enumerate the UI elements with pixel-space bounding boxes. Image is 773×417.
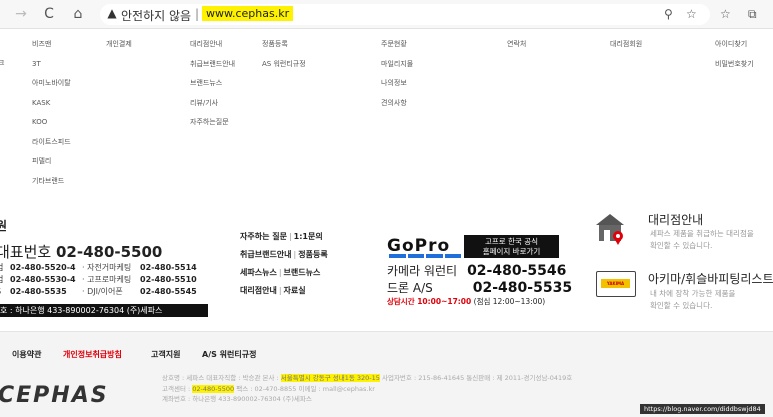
menu-item[interactable]: 자주하는질문 — [190, 113, 235, 133]
menu-item[interactable]: 대리점안내 — [190, 35, 235, 55]
address-bar[interactable] — [100, 4, 710, 25]
menu-item[interactable]: 개인결제 — [106, 35, 132, 55]
agency-info-desc: 세파스 제품을 취급하는 대리점을 확인할 수 있습니다. — [650, 229, 754, 250]
phone-row: S02-480-5535· DJI/이어폰02-480-5545 — [0, 287, 197, 296]
warning-icon[interactable]: ▲ — [105, 6, 119, 20]
phone-row: 업02-480-5520-4· 자전거마케팅02-480-5514 — [0, 263, 197, 272]
house-location-icon[interactable] — [595, 212, 625, 246]
menu-item[interactable]: 라이트스피드 — [32, 133, 71, 153]
security-label[interactable]: 안전하지 않음 — [121, 7, 191, 24]
menu-item[interactable]: 정품등록 — [262, 35, 306, 55]
address-highlight: 서울특별시 강동구 성내1동 320-15 — [280, 374, 380, 382]
reload-icon[interactable]: C — [41, 6, 57, 22]
link-library[interactable]: 자료실 — [284, 286, 306, 295]
link-faq[interactable]: 자주하는 질문 — [240, 232, 287, 241]
home-icon[interactable]: ⌂ — [70, 6, 86, 22]
footer-privacy-link[interactable]: 개인정보취급방침 — [63, 349, 122, 360]
menu-item[interactable]: 비즈맨 — [32, 35, 71, 55]
zoom-icon[interactable]: ⚲ — [664, 7, 673, 21]
quick-links: 자주하는 질문 | 1:1문의 취급브랜드안내 | 정품등록 세파스뉴스 | 브랜드뉴스 대… — [240, 232, 328, 295]
menu-col-agency: 대리점안내 취급브랜드안내 브랜드뉴스 리뷰/기사 자주하는질문 — [190, 35, 235, 133]
menu-item[interactable]: 나의정보 — [381, 74, 413, 94]
menu-item[interactable]: KASK — [32, 94, 71, 114]
main-phone-label: 대표번호 — [0, 243, 52, 261]
menu-item[interactable]: 아미노바이탈 — [32, 74, 71, 94]
cephas-logo[interactable]: CEPHAS — [0, 383, 109, 408]
support-title: 원 — [0, 219, 8, 233]
link-brand-news[interactable]: 브랜드뉴스 — [284, 268, 321, 277]
menu-item[interactable]: 취급브랜드안내 — [190, 55, 235, 75]
drone-as: 드론 A/S 02-480-5535 — [387, 280, 573, 296]
menu-item[interactable]: 비밀번호찾기 — [715, 55, 754, 75]
address-separator: | — [195, 7, 200, 21]
link-registration[interactable]: 정품등록 — [298, 250, 327, 259]
menu-col-registration: 정품등록 AS 워런티규정 — [262, 35, 306, 74]
menu-item[interactable]: 주문현황 — [381, 35, 413, 55]
menu-item[interactable]: KOO — [32, 113, 71, 133]
browser-toolbar: → C ⌂ ▲ 안전하지 않음 | www.cephas.kr ⚲ ☆ ☆ ⧉ — [0, 0, 773, 29]
link-cephas-news[interactable]: 세파스뉴스 — [240, 268, 277, 277]
menu-col-account: 아이디찾기 비밀번호찾기 — [715, 35, 754, 74]
camera-warranty: 카메라 워런티 02-480-5546 — [387, 263, 567, 279]
favorites-icon[interactable]: ☆ — [720, 7, 731, 21]
url-text[interactable]: www.cephas.kr — [202, 6, 294, 21]
main-phone: 대표번호 02-480-5500 — [0, 241, 162, 262]
phone-highlight: 02-480-5500 — [192, 384, 235, 393]
menu-item[interactable]: 연락처 — [507, 35, 526, 55]
phone-list: 업02-480-5520-4· 자전거마케팅02-480-5514 업02-48… — [0, 262, 197, 298]
footer-warranty-link[interactable]: A/S 워런티규정 — [202, 349, 256, 360]
menu-item[interactable]: 기타브랜드 — [32, 172, 71, 192]
link-brand-info[interactable]: 취급브랜드안내 — [240, 250, 292, 259]
menu-item[interactable]: 견의사항 — [381, 94, 413, 114]
menu-item[interactable]: 마일리지몰 — [381, 55, 413, 75]
gopro-logo[interactable]: GoPro — [387, 236, 450, 256]
link-inquiry[interactable]: 1:1문의 — [294, 232, 323, 241]
bank-account-bar: 호 : 하나은행 433-890002-76304 (주)세파스 — [0, 304, 208, 317]
menu-item[interactable]: 피델리 — [32, 152, 71, 172]
footer-terms-link[interactable]: 이용약관 — [12, 349, 41, 360]
menu-item[interactable]: 리뷰/기사 — [190, 94, 235, 114]
favorite-add-icon[interactable]: ☆ — [686, 7, 697, 21]
footer-support-link[interactable]: 고객지원 — [151, 349, 180, 360]
main-phone-number: 02-480-5500 — [55, 243, 163, 261]
fitting-list-title[interactable]: 아키마/휘슬바피팅리스트 — [648, 270, 773, 287]
menu-col-mypage: 주문현황 마일리지몰 나의정보 견의사항 — [381, 35, 413, 113]
consult-hours: 상담시간 10:00~17:00 (점심 12:00~13:00) — [387, 297, 546, 306]
source-watermark: https://blog.naver.com/diddbswjd84 — [640, 404, 765, 414]
gopro-official-button[interactable]: 고프로 한국 공식 홈페이지 바로가기 — [464, 235, 559, 258]
menu-col-member: 대리점회원 — [610, 35, 642, 55]
yakima-badge-icon[interactable]: YAKIMA — [596, 271, 636, 297]
menu-col-contact: 연락처 — [507, 35, 526, 55]
link-agency[interactable]: 대리점안내 — [240, 286, 277, 295]
menu-item[interactable]: 브랜드뉴스 — [190, 74, 235, 94]
collections-icon[interactable]: ⧉ — [748, 7, 757, 22]
fitting-list-desc: 내 차에 장착 가능한 제품을 확인할 수 있습니다. — [650, 289, 736, 310]
menu-col-0: 크 — [0, 54, 4, 74]
menu-item[interactable]: AS 워런티규정 — [262, 55, 306, 75]
menu-col-brands: 비즈맨 3T 아미노바이탈 KASK KOO 라이트스피드 피델리 기타브랜드 — [32, 35, 71, 191]
forward-icon[interactable]: → — [13, 6, 29, 22]
menu-item[interactable]: 크 — [0, 54, 4, 74]
page: { "browser": { "security_text": "안전하지 않음… — [0, 0, 773, 417]
menu-item[interactable]: 대리점회원 — [610, 35, 642, 55]
menu-col-payment: 개인결제 — [106, 35, 132, 55]
gopro-logo-bars — [389, 254, 461, 258]
menu-item[interactable]: 3T — [32, 55, 71, 75]
agency-info-title[interactable]: 대리점안내 — [648, 211, 703, 228]
phone-row: 업02-480-5530-4· 고프로마케팅02-480-5510 — [0, 275, 197, 284]
company-info: 상호명 : 세파스 대표자직함 : 박승관 본사 : 서울특별시 강동구 성내1… — [162, 374, 573, 403]
menu-item[interactable]: 아이디찾기 — [715, 35, 754, 55]
